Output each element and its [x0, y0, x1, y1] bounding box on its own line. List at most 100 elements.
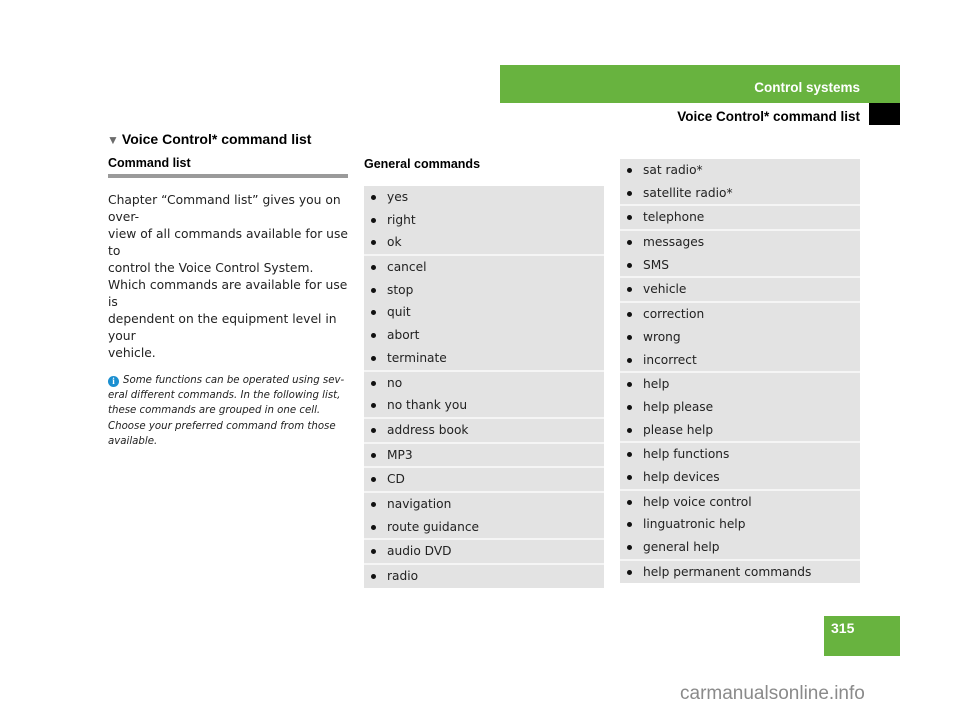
bullet-icon: [371, 403, 376, 409]
command-text: linguatronic help: [643, 517, 746, 532]
intro-line: Which commands are available for use is: [108, 278, 348, 309]
bullet-icon: [627, 287, 632, 293]
command-text: help devices: [643, 469, 720, 484]
command-text: help please: [643, 399, 714, 414]
command-item: abort: [364, 324, 604, 347]
command-text: correction: [643, 307, 705, 322]
general-commands-heading: General commands: [364, 157, 481, 171]
command-text: quit: [387, 305, 411, 320]
command-text: ok: [387, 235, 402, 250]
command-text: incorrect: [643, 352, 697, 367]
command-text: telephone: [643, 210, 705, 225]
command-table-2: sat radio* satellite radio* telephone messa…: [620, 159, 860, 584]
command-cell: address book: [364, 416, 604, 442]
command-text: radio: [387, 569, 419, 583]
command-item: help functions: [620, 443, 860, 466]
command-text: CD: [387, 472, 405, 487]
command-text: satellite radio*: [643, 185, 733, 200]
command-item: right: [364, 209, 604, 232]
command-item: SMS: [620, 254, 860, 277]
command-text: navigation: [387, 496, 452, 511]
command-item: terminate: [364, 347, 604, 370]
note-line: these commands are grouped in one cell.: [108, 405, 321, 417]
command-item: route guidance: [364, 516, 604, 539]
command-text: help functions: [643, 447, 730, 462]
command-cell: yes right ok: [364, 186, 604, 254]
bullet-icon: [371, 333, 376, 339]
bullet-icon: [371, 310, 376, 316]
bullet-icon: [371, 574, 376, 579]
command-text: yes: [387, 190, 409, 204]
bullet-icon: [627, 240, 632, 246]
command-text: no thank you: [387, 398, 468, 413]
bullet-icon: [371, 452, 376, 458]
thumb-tab-marker: [869, 103, 900, 125]
command-text: general help: [643, 540, 720, 554]
bullet-icon: [627, 334, 632, 340]
bullet-icon: [627, 404, 632, 410]
info-icon: i: [108, 376, 119, 387]
bullet-icon: [371, 265, 376, 271]
command-text: vehicle: [643, 282, 687, 297]
command-cell: help voice control linguatronic help gener…: [620, 488, 860, 559]
bullet-icon: [627, 262, 632, 268]
command-item: quit: [364, 301, 604, 324]
command-item: telephone: [620, 206, 860, 229]
bullet-icon: [627, 357, 632, 363]
page-number: 315: [831, 620, 855, 636]
watermark: carmanualsonline.info: [680, 683, 865, 704]
command-text: please help: [643, 422, 714, 437]
command-item: wrong: [620, 326, 860, 349]
bullet-icon: [627, 522, 632, 528]
command-cell: help functions help devices: [620, 441, 860, 488]
command-text: SMS: [643, 257, 669, 272]
command-text: stop: [387, 282, 414, 297]
bullet-icon: [371, 524, 376, 530]
command-text: wrong: [643, 329, 681, 344]
command-text: terminate: [387, 350, 447, 365]
intro-line: Chapter “Command list” gives you on over…: [108, 193, 341, 224]
command-item: stop: [364, 279, 604, 302]
intro-line: vehicle.: [108, 346, 156, 360]
command-item: help devices: [620, 466, 860, 489]
command-cell: vehicle: [620, 276, 860, 301]
command-item: navigation: [364, 493, 604, 516]
command-item: vehicle: [620, 278, 860, 301]
bullet-icon: [371, 380, 376, 386]
info-note: i Some functions can be operated using se…: [108, 373, 348, 449]
subsection-title: Voice Control* command list: [677, 109, 860, 124]
command-cell: navigation route guidance: [364, 490, 604, 539]
bullet-icon: [627, 452, 632, 458]
bullet-icon: [371, 427, 376, 433]
command-item: radio: [364, 565, 604, 588]
command-text: route guidance: [387, 519, 480, 534]
command-item: ok: [364, 231, 604, 254]
command-item: no thank you: [364, 394, 604, 417]
command-item: MP3: [364, 444, 604, 467]
command-text: cancel: [387, 260, 427, 275]
command-item: address book: [364, 419, 604, 442]
command-text: address book: [387, 422, 469, 437]
command-item: help voice control: [620, 491, 860, 514]
command-text: help voice control: [643, 494, 752, 509]
command-cell: no no thank you: [364, 369, 604, 417]
command-item: help please: [620, 396, 860, 419]
note-line: eral different commands. In the followin…: [108, 390, 341, 402]
command-item: cancel: [364, 256, 604, 279]
command-cell: messages SMS: [620, 229, 860, 276]
command-item: incorrect: [620, 349, 860, 372]
intro-line: dependent on the equipment level in your: [108, 312, 337, 343]
command-item: CD: [364, 468, 604, 491]
bullet-icon: [627, 382, 632, 388]
command-item: messages: [620, 231, 860, 254]
command-item: no: [364, 372, 604, 395]
bullet-icon: [371, 217, 376, 223]
bullet-icon: [371, 240, 376, 246]
intro-line: control the Voice Control System.: [108, 261, 314, 275]
command-item: help: [620, 373, 860, 396]
command-cell: MP3: [364, 441, 604, 467]
command-cell: audio DVD: [364, 538, 604, 563]
section-title: Control systems: [754, 80, 860, 95]
note-line: Choose your preferred command from those: [108, 420, 336, 432]
command-item: help permanent commands: [620, 561, 860, 584]
